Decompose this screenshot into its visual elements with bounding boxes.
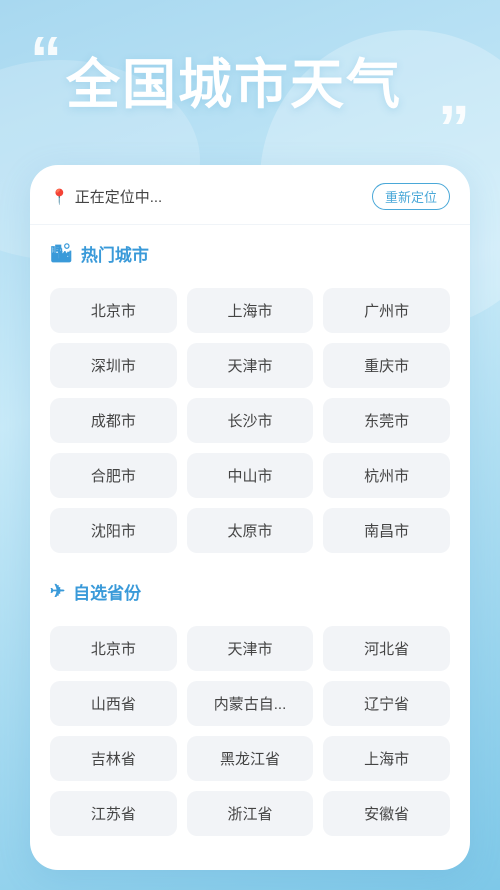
header-section: “全国城市天气 ” [0,0,500,185]
city-button[interactable]: 广州市 [323,288,450,333]
hot-cities-section: 🏙 热门城市 [30,225,470,288]
page-title: 全国城市天气 [66,55,402,115]
province-button[interactable]: 北京市 [50,626,177,671]
hot-cities-label: 热门城市 [81,241,149,266]
province-button[interactable]: 吉林省 [50,736,177,781]
city-button[interactable]: 沈阳市 [50,508,177,553]
city-button[interactable]: 南昌市 [323,508,450,553]
plane-icon: ✈ [50,581,65,602]
hot-cities-title: 🏙 热门城市 [50,241,450,266]
building-icon: 🏙 [50,243,73,264]
section-divider [30,553,470,563]
title-row: “全国城市天气 [30,40,470,119]
city-button[interactable]: 长沙市 [187,398,314,443]
scroll-area[interactable]: 🏙 热门城市 北京市上海市广州市深圳市天津市重庆市成都市长沙市东莞市合肥市中山市… [30,225,470,870]
location-pin-icon: 📍 [50,188,69,206]
province-button[interactable]: 山西省 [50,681,177,726]
province-button[interactable]: 浙江省 [187,791,314,836]
relocate-button[interactable]: 重新定位 [372,183,450,210]
city-button[interactable]: 中山市 [187,453,314,498]
city-button[interactable]: 杭州市 [323,453,450,498]
location-bar: 📍 正在定位中... 重新定位 [30,165,470,225]
city-button[interactable]: 东莞市 [323,398,450,443]
city-button[interactable]: 深圳市 [50,343,177,388]
location-info: 📍 正在定位中... [50,186,162,207]
city-button[interactable]: 重庆市 [323,343,450,388]
city-button[interactable]: 太原市 [187,508,314,553]
city-button[interactable]: 上海市 [187,288,314,333]
city-button[interactable]: 合肥市 [50,453,177,498]
province-button[interactable]: 河北省 [323,626,450,671]
city-button[interactable]: 成都市 [50,398,177,443]
province-button[interactable]: 辽宁省 [323,681,450,726]
quote-open-icon: “ [30,40,62,78]
main-card: 📍 正在定位中... 重新定位 🏙 热门城市 北京市上海市广州市深圳市天津市重庆… [30,165,470,870]
province-button[interactable]: 天津市 [187,626,314,671]
city-button[interactable]: 北京市 [50,288,177,333]
province-button[interactable]: 内蒙古自... [187,681,314,726]
provinces-title: ✈ 自选省份 [50,579,450,604]
provinces-label: 自选省份 [73,579,141,604]
city-button[interactable]: 天津市 [187,343,314,388]
province-button[interactable]: 江苏省 [50,791,177,836]
province-button[interactable]: 上海市 [323,736,450,781]
location-status-text: 正在定位中... [75,186,163,207]
province-button[interactable]: 安徽省 [323,791,450,836]
provinces-section: ✈ 自选省份 [30,563,470,626]
provinces-grid: 北京市天津市河北省山西省内蒙古自...辽宁省吉林省黑龙江省上海市江苏省浙江省安徽… [30,626,470,836]
province-button[interactable]: 黑龙江省 [187,736,314,781]
hot-cities-grid: 北京市上海市广州市深圳市天津市重庆市成都市长沙市东莞市合肥市中山市杭州市沈阳市太… [30,288,470,553]
quote-close-icon: ” [438,109,470,147]
